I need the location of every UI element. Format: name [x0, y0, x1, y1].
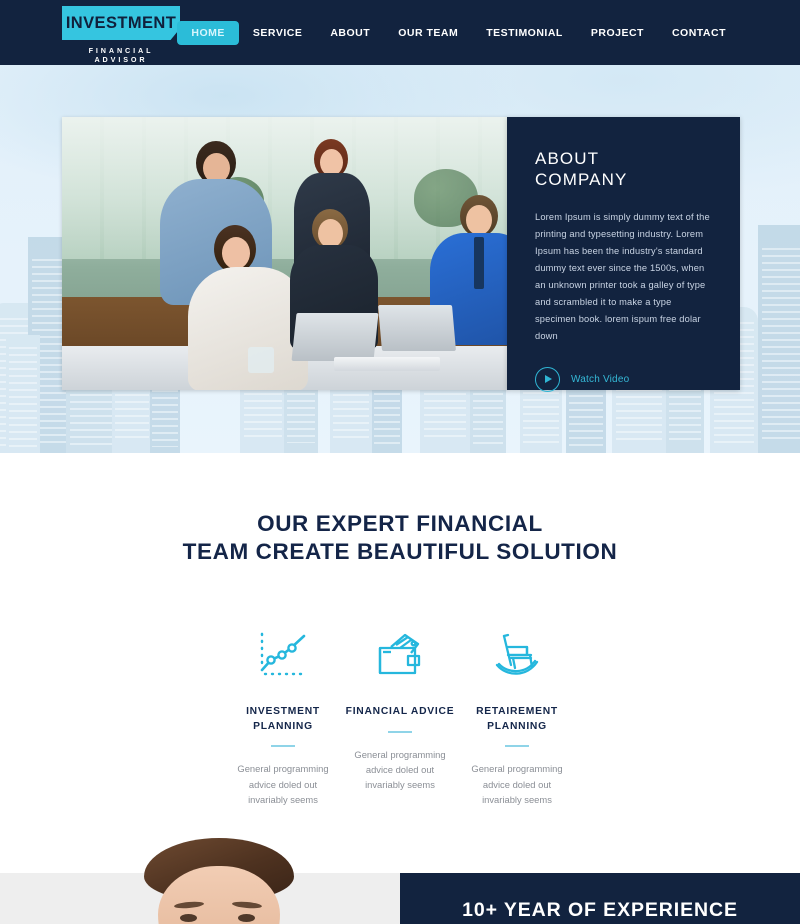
- section-heading: OUR EXPERT FINANCIAL TEAM CREATE BEAUTIF…: [182, 511, 618, 565]
- service-card-title: INVESTMENT PLANNING: [246, 706, 320, 732]
- service-card-financial-advice[interactable]: FINANCIAL ADVICE General programming adv…: [342, 621, 459, 807]
- nav-item-our-team[interactable]: OUR TEAM: [384, 21, 472, 45]
- about-company-title: ABOUT COMPANY: [535, 149, 628, 189]
- logo-subtitle: FINANCIAL ADVISOR: [88, 46, 154, 64]
- service-card-title: RETAIREMENT PLANNING: [476, 706, 558, 732]
- site-logo[interactable]: INVESTMENT FINANCIAL ADVISOR: [62, 6, 180, 64]
- service-card-description: General programming advice doled out inv…: [471, 763, 563, 805]
- experience-section: 10+ YEAR OF EXPERIENCE: [0, 873, 800, 924]
- service-card-description: General programming advice doled out inv…: [237, 763, 329, 805]
- services-section: OUR EXPERT FINANCIAL TEAM CREATE BEAUTIF…: [0, 453, 800, 873]
- service-card-description: General programming advice doled out inv…: [354, 748, 446, 791]
- hero-team-photo: [62, 117, 508, 390]
- play-circle-icon: [535, 366, 560, 392]
- experience-portrait: [128, 838, 310, 924]
- site-header: INVESTMENT FINANCIAL ADVISOR HOME SERVIC…: [0, 0, 800, 65]
- logo-title: INVESTMENT: [65, 13, 177, 32]
- nav-item-contact[interactable]: CONTACT: [658, 21, 740, 45]
- landing-page: INVESTMENT FINANCIAL ADVISOR HOME SERVIC…: [0, 0, 800, 924]
- about-company-body: Lorem Ipsum is simply dummy text of the …: [535, 212, 710, 341]
- rocking-chair-icon: [459, 621, 576, 679]
- service-card-retairement-planning[interactable]: RETAIREMENT PLANNING General programming…: [459, 621, 576, 807]
- nav-item-testimonial[interactable]: TESTIMONIAL: [472, 21, 577, 45]
- about-company-panel: ABOUT COMPANY Lorem Ipsum is simply dumm…: [507, 117, 740, 392]
- nav-item-about[interactable]: ABOUT: [316, 21, 384, 45]
- logo-badge: INVESTMENT: [62, 6, 180, 40]
- experience-title: 10+ YEAR OF EXPERIENCE: [462, 899, 738, 921]
- service-card-title: FINANCIAL ADVICE: [345, 706, 455, 718]
- wallet-icon: [342, 621, 459, 679]
- experience-panel: 10+ YEAR OF EXPERIENCE: [400, 873, 800, 924]
- service-card-investment-planning[interactable]: INVESTMENT PLANNING General programming …: [225, 621, 342, 807]
- card-divider: [505, 745, 529, 748]
- hero-section: ABOUT COMPANY Lorem Ipsum is simply dumm…: [0, 65, 800, 453]
- card-divider: [388, 730, 412, 733]
- card-divider: [271, 745, 295, 748]
- main-navigation: HOME SERVICE ABOUT OUR TEAM TESTIMONIAL …: [177, 0, 740, 65]
- watch-video-label: Watch Video: [571, 373, 630, 385]
- service-card-list: INVESTMENT PLANNING General programming …: [0, 621, 800, 807]
- nav-item-home[interactable]: HOME: [177, 20, 239, 45]
- watch-video-button[interactable]: Watch Video: [535, 366, 712, 392]
- nav-item-service[interactable]: SERVICE: [239, 21, 316, 45]
- nav-item-project[interactable]: PROJECT: [577, 21, 658, 45]
- growth-chart-icon: [225, 621, 342, 679]
